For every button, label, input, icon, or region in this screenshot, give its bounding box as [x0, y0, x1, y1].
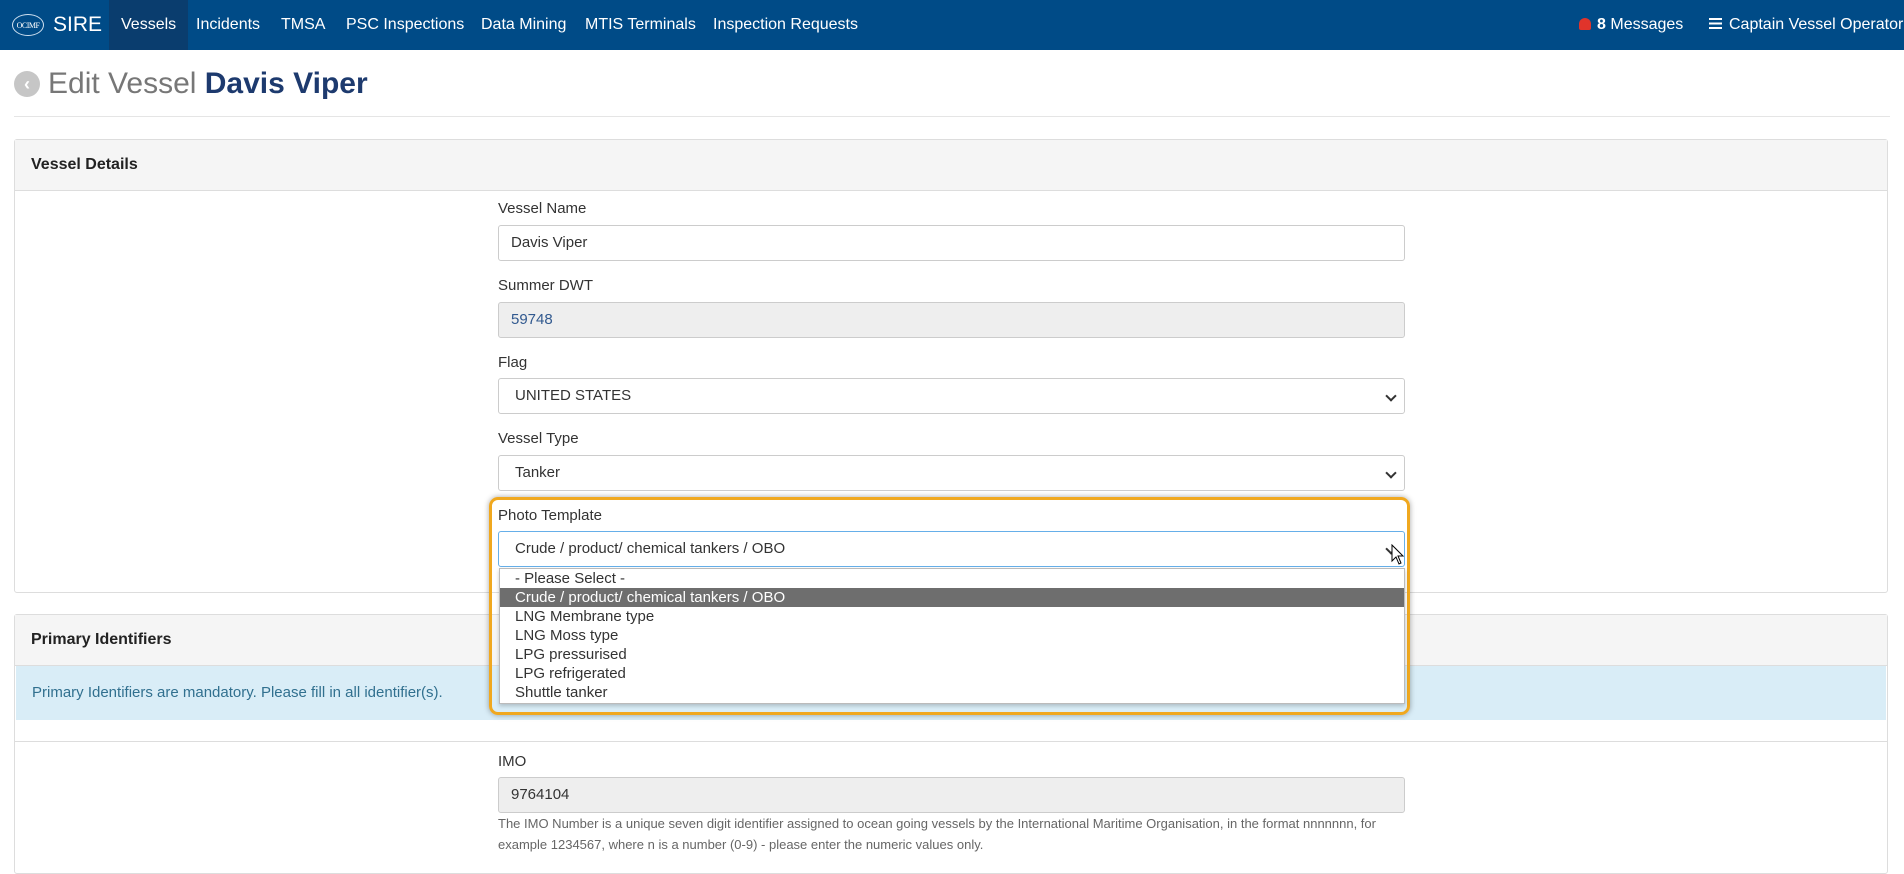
summer-dwt-label: Summer DWT [498, 277, 593, 294]
ocimf-logo: OCIMF [12, 14, 44, 36]
option-lng-membrane[interactable]: LNG Membrane type [500, 607, 1404, 626]
nav-mtis-terminals[interactable]: MTIS Terminals [573, 0, 708, 50]
nav-vessels[interactable]: Vessels [109, 0, 189, 50]
page-title-prefix: Edit Vessel [48, 67, 197, 100]
option-crude-product-chemical[interactable]: Crude / product/ chemical tankers / OBO [500, 588, 1404, 607]
hamburger-menu-icon [1709, 18, 1722, 29]
messages-count: 8 [1597, 16, 1606, 33]
flag-label: Flag [498, 354, 528, 371]
chevron-down-icon [1385, 456, 1397, 490]
nav-tmsa[interactable]: TMSA [269, 0, 337, 50]
summer-dwt-input: 59748 [498, 302, 1405, 338]
mouse-cursor-icon [1391, 544, 1405, 565]
vessel-type-select[interactable]: Tanker [498, 455, 1405, 491]
nav-data-mining[interactable]: Data Mining [469, 0, 578, 50]
imo-input: 9764104 [498, 777, 1405, 813]
vessel-details-heading: Vessel Details [15, 140, 1887, 191]
vessel-name-label: Vessel Name [498, 200, 587, 217]
vessel-type-select-value: Tanker [515, 464, 561, 481]
nav-psc-inspections[interactable]: PSC Inspections [334, 0, 476, 50]
nav-inspection-requests[interactable]: Inspection Requests [701, 0, 870, 50]
user-name: Captain Vessel Operator [1729, 16, 1904, 33]
option-shuttle-tanker[interactable]: Shuttle tanker [500, 683, 1404, 702]
imo-label: IMO [498, 753, 527, 770]
top-navbar: OCIMF SIRE Vessels Incidents TMSA PSC In… [0, 0, 1904, 50]
photo-template-select-value: Crude / product/ chemical tankers / OBO [515, 540, 786, 557]
option-lpg-pressurised[interactable]: LPG pressurised [500, 645, 1404, 664]
page-title-vessel: Davis Viper [204, 67, 368, 100]
photo-template-label: Photo Template [498, 507, 602, 524]
brand[interactable]: OCIMF SIRE [12, 0, 102, 50]
messages-link[interactable]: 8 Messages [1579, 0, 1683, 50]
page-title: Edit Vessel Davis Viper [48, 67, 368, 101]
page-header: ‹ Edit Vessel Davis Viper [14, 66, 368, 102]
back-arrow-icon[interactable]: ‹ [14, 71, 40, 97]
header-divider [14, 116, 1890, 117]
option-lng-moss[interactable]: LNG Moss type [500, 626, 1404, 645]
photo-template-options: - Please Select - Crude / product/ chemi… [499, 568, 1405, 704]
photo-template-select[interactable]: Crude / product/ chemical tankers / OBO [498, 531, 1405, 567]
bell-icon [1579, 18, 1591, 30]
flag-select[interactable]: UNITED STATES [498, 378, 1405, 414]
user-menu[interactable]: Captain Vessel Operator [1709, 0, 1903, 50]
brand-name: SIRE [53, 13, 103, 36]
imo-help-text: The IMO Number is a unique seven digit i… [498, 816, 1376, 852]
option-please-select[interactable]: - Please Select - [500, 569, 1404, 588]
panel-divider [15, 741, 1887, 742]
chevron-down-icon [1385, 379, 1397, 413]
messages-label: Messages [1610, 16, 1684, 33]
option-lpg-refrigerated[interactable]: LPG refrigerated [500, 664, 1404, 683]
vessel-type-label: Vessel Type [498, 430, 579, 447]
flag-select-value: UNITED STATES [515, 387, 632, 404]
nav-incidents[interactable]: Incidents [184, 0, 272, 50]
vessel-name-input[interactable]: Davis Viper [498, 225, 1405, 261]
